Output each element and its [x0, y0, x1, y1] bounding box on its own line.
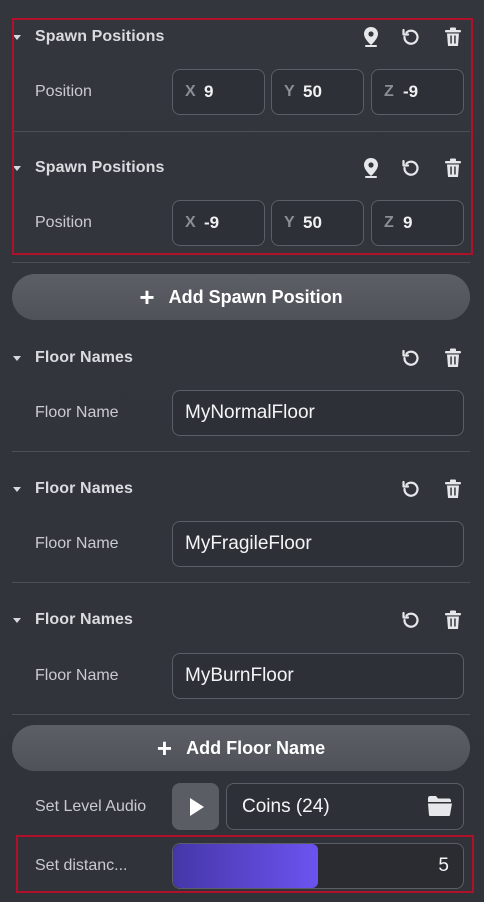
add-floor-name-label: Add Floor Name	[186, 737, 326, 758]
floor-names-title: Floor Names	[35, 349, 134, 366]
position-y-value: 50	[303, 213, 322, 232]
spawn-position-title: Spawn Positions	[35, 159, 165, 176]
position-label: Position	[35, 83, 92, 100]
floor-name-header-2[interactable]: Floor Names	[0, 469, 484, 509]
position-y-value: 50	[303, 82, 322, 101]
distance-slider[interactable]: 5	[172, 843, 464, 889]
y-axis-label: Y	[284, 214, 295, 231]
caret-down-icon[interactable]	[12, 469, 22, 509]
position-label: Position	[35, 214, 92, 231]
floor-name-field[interactable]: MyBurnFloor	[172, 653, 464, 699]
plus-icon: +	[139, 282, 155, 312]
inspector-panel: Spawn Positions Position X 9 Y 50 Z -9 S…	[0, 0, 484, 902]
position-y-field[interactable]: Y 50	[271, 200, 364, 246]
trash-icon[interactable]	[441, 156, 465, 180]
reset-icon[interactable]	[399, 25, 423, 49]
reset-icon[interactable]	[399, 477, 423, 501]
position-x-value: -9	[204, 213, 220, 232]
add-floor-name-button[interactable]: + Add Floor Name	[12, 725, 470, 771]
position-x-field[interactable]: X -9	[172, 200, 265, 246]
floor-names-title: Floor Names	[35, 611, 134, 628]
spawn-position-title: Spawn Positions	[35, 28, 165, 45]
floor-name-field[interactable]: MyFragileFloor	[172, 521, 464, 567]
divider	[12, 714, 470, 715]
reset-icon[interactable]	[399, 608, 423, 632]
z-axis-label: Z	[384, 214, 394, 231]
distance-slider-fill	[173, 844, 318, 888]
position-z-value: 9	[403, 213, 413, 232]
caret-down-icon[interactable]	[12, 600, 22, 640]
plus-icon: +	[156, 733, 173, 763]
trash-icon[interactable]	[441, 25, 465, 49]
divider	[12, 582, 470, 583]
x-axis-label: X	[185, 83, 196, 100]
level-audio-value: Coins (24)	[242, 796, 330, 817]
floor-name-label: Floor Name	[35, 535, 119, 552]
divider	[12, 451, 470, 452]
trash-icon[interactable]	[441, 477, 465, 501]
floor-name-value: MyNormalFloor	[185, 402, 315, 423]
caret-down-icon[interactable]	[12, 148, 22, 188]
divider	[12, 131, 470, 132]
distance-value: 5	[438, 855, 449, 876]
floor-name-value: MyFragileFloor	[185, 533, 312, 554]
floor-name-header-3[interactable]: Floor Names	[0, 600, 484, 640]
floor-names-title: Floor Names	[35, 480, 134, 497]
position-z-field[interactable]: Z -9	[371, 69, 464, 115]
floor-name-label: Floor Name	[35, 667, 119, 684]
reset-icon[interactable]	[399, 346, 423, 370]
spawn-position-header-2[interactable]: Spawn Positions	[0, 148, 484, 188]
level-audio-label: Set Level Audio	[35, 798, 147, 815]
position-z-value: -9	[403, 82, 419, 101]
add-spawn-position-button[interactable]: + Add Spawn Position	[12, 274, 470, 320]
trash-icon[interactable]	[441, 346, 465, 370]
caret-down-icon[interactable]	[12, 17, 22, 57]
floor-name-label: Floor Name	[35, 404, 119, 421]
spawn-position-header-1[interactable]: Spawn Positions	[0, 17, 484, 57]
caret-down-icon[interactable]	[12, 338, 22, 378]
reset-icon[interactable]	[399, 156, 423, 180]
position-y-field[interactable]: Y 50	[271, 69, 364, 115]
trash-icon[interactable]	[441, 608, 465, 632]
floor-name-value: MyBurnFloor	[185, 665, 294, 686]
location-pin-icon[interactable]	[359, 25, 383, 49]
play-icon[interactable]	[172, 783, 219, 830]
z-axis-label: Z	[384, 83, 394, 100]
position-x-value: 9	[204, 82, 214, 101]
floor-name-field[interactable]: MyNormalFloor	[172, 390, 464, 436]
position-z-field[interactable]: Z 9	[371, 200, 464, 246]
distance-label: Set distanc...	[35, 857, 128, 874]
floor-name-header-1[interactable]: Floor Names	[0, 338, 484, 378]
y-axis-label: Y	[284, 83, 295, 100]
divider	[12, 262, 470, 263]
position-x-field[interactable]: X 9	[172, 69, 265, 115]
level-audio-field[interactable]: Coins (24)	[226, 783, 464, 830]
add-spawn-position-label: Add Spawn Position	[168, 286, 343, 307]
x-axis-label: X	[185, 214, 196, 231]
folder-icon[interactable]	[427, 795, 453, 817]
location-pin-icon[interactable]	[359, 156, 383, 180]
